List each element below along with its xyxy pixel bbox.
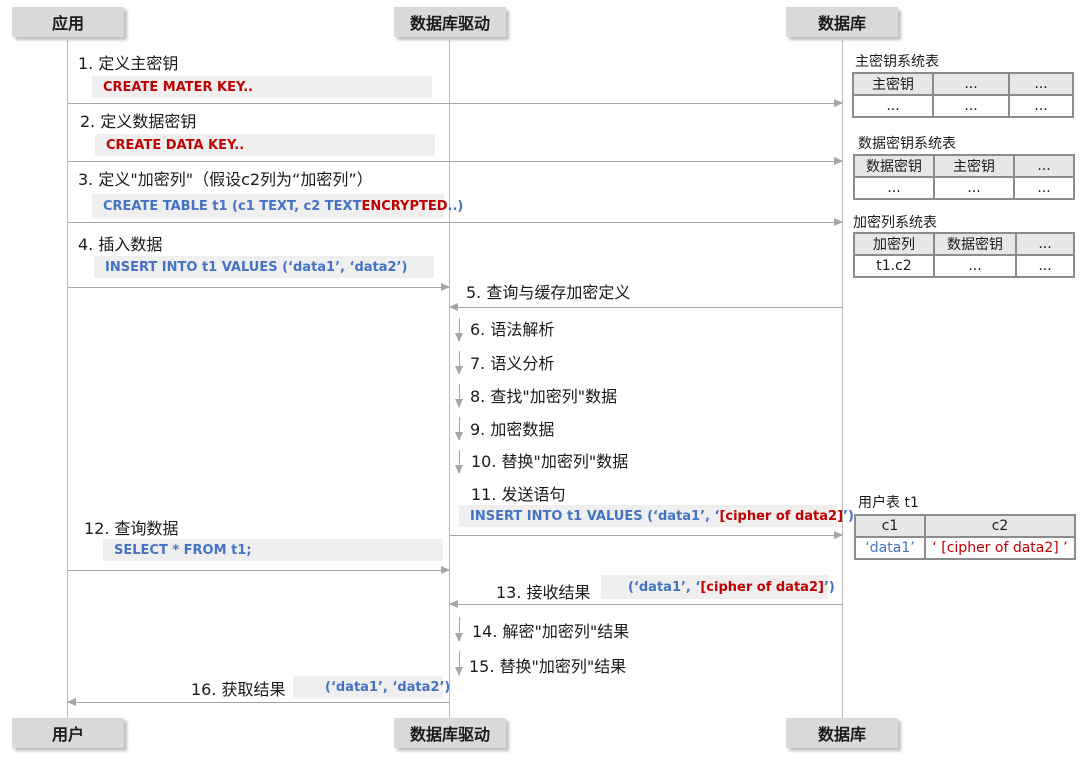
table-cell: ...	[1015, 254, 1075, 278]
step-13-label: 13. 接收结果	[496, 583, 591, 602]
step-11-arrow	[450, 531, 843, 539]
table-cell: ‘ [cipher of data2] ’	[924, 536, 1076, 560]
data-key-table-title: 数据密钥系统表	[858, 136, 956, 152]
actor-driver-bottom: 数据库驱动	[394, 718, 506, 748]
enc-col-table: 加密列 数据密钥 ... t1.c2 ... ...	[853, 232, 1075, 278]
step-5-label: 5. 查询与缓存加密定义	[466, 283, 631, 302]
data-key-table: 数据密钥 主密钥 ... ... ... ...	[853, 154, 1075, 200]
step-3-code-a: CREATE TABLE t1 (c1 TEXT, c2 TEXT	[103, 198, 362, 214]
lifeline-app	[67, 40, 68, 718]
actor-db-top: 数据库	[786, 7, 898, 37]
table-cell: ‘data1’	[854, 536, 926, 560]
step-12-label: 12. 查询数据	[84, 519, 179, 538]
table-cell: ...	[933, 254, 1017, 278]
step-5-arrow	[449, 303, 842, 311]
table-cell: ...	[1013, 176, 1075, 200]
step-16-code: (‘data1’, ‘data2’)	[293, 676, 450, 698]
step-3-code: CREATE TABLE t1 (c1 TEXT, c2 TEXT ENCRYP…	[92, 194, 463, 218]
table-header-cell: c1	[854, 514, 926, 538]
step-3-code-c: ..)	[447, 198, 464, 214]
step-2-label: 2. 定义数据密钥	[80, 112, 197, 131]
step-3-code-b: ENCRYPTED	[361, 198, 448, 214]
step-16-arrow	[67, 698, 449, 706]
step-12-code: SELECT * FROM t1;	[103, 539, 443, 561]
table-header-cell: 数据密钥	[853, 154, 935, 178]
step-9-arrow	[455, 417, 463, 441]
step-1-code: CREATE MATER KEY..	[92, 76, 432, 98]
step-11-code-a: INSERT INTO t1 VALUES (‘data1’, ‘	[470, 508, 720, 524]
step-7-arrow	[455, 351, 463, 375]
user-table: c1 c2 ‘data1’ ‘ [cipher of data2] ’	[854, 514, 1076, 560]
table-header-cell: ...	[1008, 72, 1074, 96]
lifeline-db	[842, 40, 843, 718]
step-11-code: INSERT INTO t1 VALUES (‘data1’, ‘ [ciphe…	[459, 505, 854, 527]
table-cell: ...	[852, 94, 934, 118]
lifeline-driver	[449, 40, 450, 718]
table-header-cell: ...	[1013, 154, 1075, 178]
step-6-label: 6. 语法解析	[470, 320, 555, 339]
step-4-code: INSERT INTO t1 VALUES (‘data1’, ‘data2’)	[94, 256, 434, 278]
step-13-code-c: ’)	[823, 579, 835, 595]
table-header-cell: 数据密钥	[933, 232, 1017, 256]
table-cell: ...	[933, 176, 1015, 200]
step-3-arrow	[68, 218, 843, 226]
actor-app: 应用	[12, 7, 124, 37]
step-2-arrow	[68, 157, 843, 165]
table-cell: ...	[853, 176, 935, 200]
master-key-table: 主密钥 ... ... ... ... ...	[852, 72, 1074, 118]
step-10-label: 10. 替换"加密列"数据	[471, 452, 629, 471]
step-12-arrow	[68, 566, 450, 574]
step-4-arrow	[68, 283, 450, 291]
step-3-label: 3. 定义"加密列"（假设c2列为“加密列”）	[78, 170, 373, 189]
step-13-code-b: [cipher of data2]	[700, 579, 824, 595]
actor-db-bottom: 数据库	[786, 718, 898, 748]
step-10-arrow	[455, 450, 463, 474]
table-header-cell: c2	[924, 514, 1076, 538]
master-key-table-title: 主密钥系统表	[855, 54, 939, 70]
step-7-label: 7. 语义分析	[470, 354, 555, 373]
table-header-cell: 主密钥	[852, 72, 934, 96]
step-15-label: 15. 替换"加密列"结果	[469, 657, 627, 676]
step-9-label: 9. 加密数据	[470, 420, 555, 439]
step-11-code-b: [cipher of data2]	[719, 508, 844, 524]
step-16-label: 16. 获取结果	[191, 680, 286, 699]
step-13-code-a: (‘data1’, ‘	[628, 579, 701, 595]
step-4-label: 4. 插入数据	[78, 235, 163, 254]
step-14-arrow	[455, 617, 463, 642]
step-1-label: 1. 定义主密钥	[78, 54, 179, 73]
user-table-title: 用户表 t1	[858, 495, 919, 511]
step-14-label: 14. 解密"加密列"结果	[472, 622, 630, 641]
table-header-cell: 主密钥	[933, 154, 1015, 178]
table-cell: t1.c2	[853, 254, 935, 278]
step-11-code-c: ’)	[843, 508, 854, 524]
step-6-arrow	[455, 318, 463, 342]
step-8-label: 8. 查找"加密列"数据	[470, 387, 618, 406]
table-header-cell: ...	[932, 72, 1010, 96]
step-15-arrow	[455, 651, 463, 676]
step-1-arrow	[68, 99, 843, 107]
step-11-label: 11. 发送语句	[471, 485, 566, 504]
step-13-code: (‘data1’, ‘ [cipher of data2] ’)	[601, 575, 835, 599]
table-header-cell: 加密列	[853, 232, 935, 256]
step-8-arrow	[455, 384, 463, 408]
table-cell: ...	[932, 94, 1010, 118]
actor-driver-top: 数据库驱动	[394, 7, 506, 37]
table-header-cell: ...	[1015, 232, 1075, 256]
actor-user: 用户	[12, 718, 124, 748]
table-cell: ...	[1008, 94, 1074, 118]
step-2-code: CREATE DATA KEY..	[95, 134, 435, 156]
step-13-arrow	[449, 600, 842, 608]
enc-col-table-title: 加密列系统表	[853, 215, 937, 231]
